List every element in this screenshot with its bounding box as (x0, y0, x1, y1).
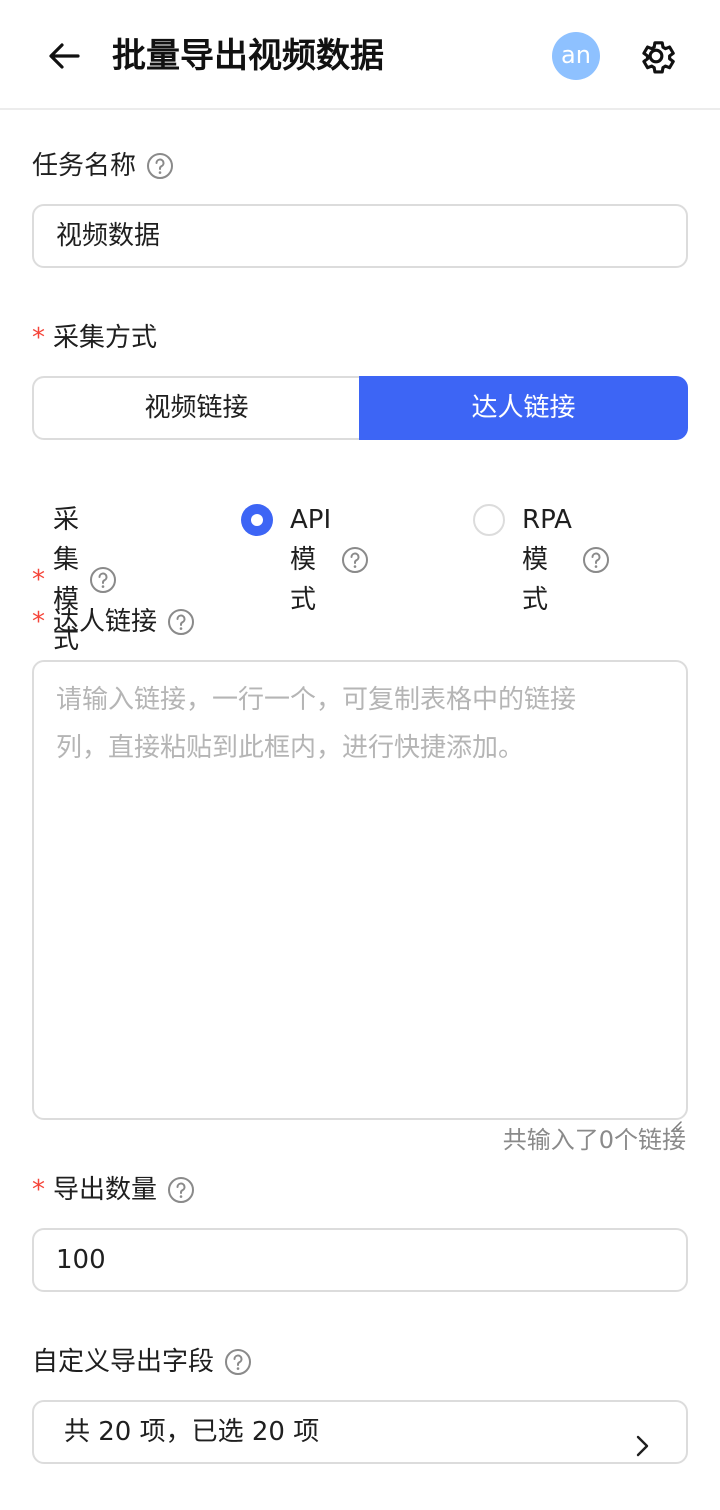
textarea-placeholder-line1: 请输入链接，一行一个，可复制表格中的链接 (56, 685, 577, 715)
custom-fields-label: 自定义导出字段 (32, 1342, 252, 1382)
question-circle-icon[interactable] (341, 546, 369, 574)
api-mode-option[interactable]: API模式 (290, 500, 369, 620)
required-asterisk: * (32, 607, 45, 637)
question-circle-icon[interactable] (167, 608, 195, 636)
task-name-label: 任务名称 (32, 146, 174, 186)
radio-rpa-mode[interactable] (473, 504, 505, 536)
task-name-input[interactable]: 视频数据 (32, 204, 688, 268)
question-circle-icon[interactable] (582, 546, 610, 574)
custom-fields-select[interactable]: 共 20 项，已选 20 项 (32, 1400, 688, 1464)
page-title: 批量导出视频数据 (112, 36, 384, 76)
creator-links-textarea[interactable]: 请输入链接，一行一个，可复制表格中的链接 列，直接粘贴到此框内，进行快捷添加。 (32, 660, 688, 1132)
question-circle-icon[interactable] (224, 1348, 252, 1376)
collect-method-label: * 采集方式 (32, 318, 157, 358)
segment-video-link[interactable]: 视频链接 (32, 376, 359, 440)
export-count-label: * 导出数量 (32, 1170, 195, 1210)
avatar[interactable]: an (552, 32, 600, 80)
collect-method-segmented: 视频链接 达人链接 (32, 376, 688, 440)
creator-links-label: * 达人链接 (32, 602, 195, 642)
required-asterisk: * (32, 323, 45, 353)
question-circle-icon[interactable] (89, 566, 117, 594)
arrow-left-icon[interactable] (44, 36, 84, 76)
segment-creator-link[interactable]: 达人链接 (359, 376, 688, 440)
radio-api-mode[interactable] (241, 504, 273, 536)
question-circle-icon[interactable] (167, 1176, 195, 1204)
page-header: 批量导出视频数据 an (0, 0, 720, 110)
link-count-text: 共输入了0个链接 (502, 1126, 686, 1154)
export-count-input[interactable]: 100 (32, 1228, 688, 1292)
rpa-mode-option[interactable]: RPA模式 (522, 500, 610, 620)
question-circle-icon[interactable] (146, 152, 174, 180)
custom-fields-summary: 共 20 项，已选 20 项 (64, 1417, 320, 1447)
resize-handle-icon[interactable] (668, 1100, 682, 1132)
chevron-right-icon (630, 1420, 654, 1457)
required-asterisk: * (32, 1175, 45, 1205)
required-asterisk: * (32, 565, 45, 595)
textarea-placeholder-line2: 列，直接粘贴到此框内，进行快捷添加。 (56, 733, 525, 763)
gear-icon[interactable] (634, 34, 678, 78)
